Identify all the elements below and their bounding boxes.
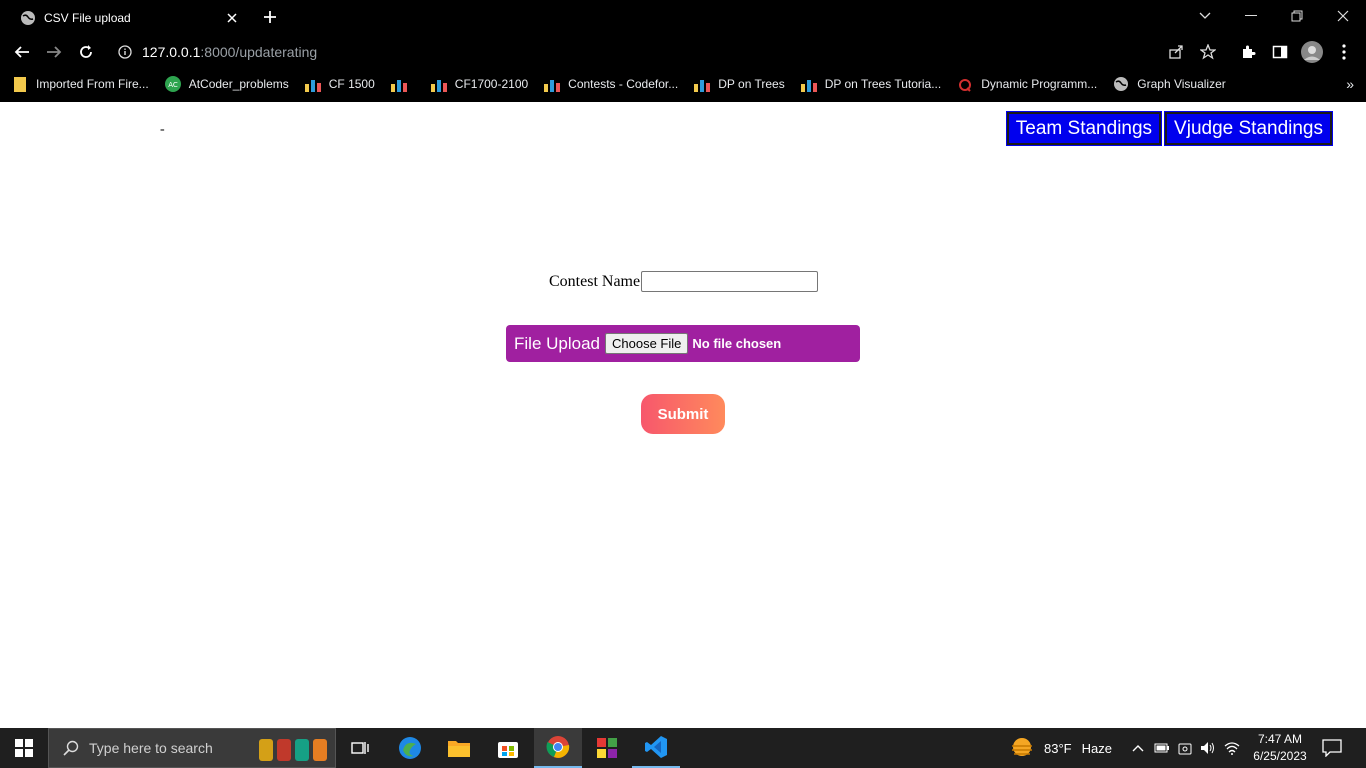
- globe-icon: [1113, 76, 1129, 92]
- codeforces-icon: [800, 76, 817, 92]
- haze-weather-icon: [1010, 737, 1034, 759]
- search-highlight-icon: [257, 735, 331, 763]
- page-content: - Team Standings Vjudge Standings Contes…: [0, 102, 1366, 728]
- edge-icon[interactable]: [386, 728, 434, 768]
- file-upload-box: File Upload Choose File No file chosen: [506, 325, 860, 362]
- tab-strip: CSV File upload: [0, 0, 1366, 34]
- svg-text:AC: AC: [168, 81, 178, 89]
- bookmark-item[interactable]: Contests - Codefor...: [544, 70, 678, 98]
- app-colorful-icon[interactable]: [583, 728, 631, 768]
- bookmark-item[interactable]: [390, 70, 415, 98]
- bookmark-item[interactable]: CF1700-2100: [430, 70, 529, 98]
- extensions-icon[interactable]: [1236, 40, 1260, 64]
- address-bar[interactable]: 127.0.0.1:8000/updaterating: [108, 37, 1228, 67]
- search-icon: [63, 740, 79, 756]
- share-icon[interactable]: [1164, 40, 1188, 64]
- tab-csv-upload[interactable]: CSV File upload: [8, 1, 248, 34]
- bookmark-label: DP on Trees Tutoria...: [824, 77, 942, 91]
- notifications-icon[interactable]: [1322, 728, 1342, 768]
- url-path: :8000/updaterating: [200, 44, 318, 60]
- tab-title: CSV File upload: [44, 10, 131, 25]
- forward-arrow-icon[interactable]: [40, 38, 68, 66]
- weather-widget[interactable]: 83°F Haze: [1010, 728, 1112, 768]
- system-clock[interactable]: 7:47 AM 6/25/2023: [1250, 731, 1310, 765]
- bookmark-label: CF1700-2100: [454, 77, 529, 91]
- volume-icon[interactable]: [1200, 741, 1216, 755]
- bookmark-item[interactable]: Imported From Fire...: [12, 70, 149, 98]
- bookmarks-overflow-icon[interactable]: »: [1346, 76, 1354, 92]
- folder-icon: [12, 76, 28, 92]
- new-tab-button[interactable]: [258, 6, 282, 28]
- window-close-icon[interactable]: [1320, 0, 1366, 32]
- codeforces-icon: [430, 76, 447, 92]
- bookmark-item[interactable]: AC AtCoder_problems: [164, 70, 289, 98]
- team-standings-button[interactable]: Team Standings: [1005, 111, 1163, 146]
- reload-icon[interactable]: [72, 38, 100, 66]
- atcoder-icon: AC: [164, 76, 181, 92]
- quora-icon: [957, 76, 973, 92]
- site-info-icon[interactable]: [118, 45, 132, 59]
- codeforces-icon: [390, 76, 407, 92]
- weather-temp: 83°F: [1044, 740, 1072, 756]
- bookmark-item[interactable]: DP on Trees: [694, 70, 785, 98]
- choose-file-button[interactable]: Choose File: [605, 333, 689, 354]
- wifi-icon[interactable]: [1224, 741, 1240, 755]
- minimize-icon[interactable]: [1228, 0, 1274, 32]
- top-navigation: Team Standings Vjudge Standings: [1005, 111, 1333, 146]
- chevron-up-icon[interactable]: [1132, 744, 1144, 752]
- vjudge-standings-button[interactable]: Vjudge Standings: [1164, 111, 1333, 146]
- globe-icon: [20, 10, 36, 26]
- contest-name-row: Contest Name: [549, 271, 819, 292]
- bookmark-label: CF 1500: [328, 77, 375, 91]
- codeforces-icon: [694, 76, 711, 92]
- contest-name-label: Contest Name: [549, 272, 641, 290]
- close-icon[interactable]: [222, 8, 242, 28]
- battery-icon[interactable]: [1154, 742, 1170, 754]
- bookmark-star-icon[interactable]: [1196, 40, 1220, 64]
- file-upload-label: File Upload: [514, 333, 600, 353]
- bookmark-label: Graph Visualizer: [1137, 77, 1226, 91]
- header-dash: -: [160, 122, 165, 137]
- bookmark-label: Contests - Codefor...: [568, 77, 679, 91]
- browser-toolbar: 127.0.0.1:8000/updaterating: [0, 34, 1366, 70]
- bookmark-label: DP on Trees: [718, 77, 785, 91]
- bookmark-item[interactable]: DP on Trees Tutoria...: [800, 70, 942, 98]
- codeforces-icon: [544, 76, 561, 92]
- windows-start-icon[interactable]: [0, 728, 48, 768]
- bookmarks-bar: Imported From Fire... AC AtCoder_problem…: [0, 70, 1366, 98]
- contest-name-input[interactable]: [641, 271, 819, 292]
- vscode-icon[interactable]: [632, 728, 680, 768]
- submit-button[interactable]: Submit: [641, 394, 725, 434]
- meet-now-icon[interactable]: [1178, 741, 1192, 755]
- avatar[interactable]: [1300, 40, 1324, 64]
- bookmark-item[interactable]: Graph Visualizer: [1113, 70, 1226, 98]
- microsoft-store-icon[interactable]: [484, 728, 532, 768]
- no-file-chosen-text: No file chosen: [692, 336, 782, 351]
- back-arrow-icon[interactable]: [8, 38, 36, 66]
- codeforces-icon: [304, 76, 321, 92]
- taskbar-search-box[interactable]: Type here to search: [48, 728, 336, 768]
- restore-icon[interactable]: [1274, 0, 1320, 32]
- bookmark-label: Dynamic Programm...: [981, 77, 1098, 91]
- browser-chrome: CSV File upload 127.0.0.1:8000/updatera…: [0, 0, 1366, 102]
- menu-kebab-icon[interactable]: [1332, 40, 1356, 64]
- url-host: 127.0.0.1: [142, 44, 201, 60]
- chrome-icon[interactable]: [534, 728, 582, 768]
- file-explorer-icon[interactable]: [435, 728, 483, 768]
- tab-search-icon[interactable]: [1182, 0, 1228, 32]
- weather-desc: Haze: [1081, 740, 1112, 756]
- task-view-icon[interactable]: [336, 728, 384, 768]
- side-panel-icon[interactable]: [1268, 40, 1292, 64]
- search-placeholder: Type here to search: [89, 740, 213, 756]
- bookmark-item[interactable]: CF 1500: [304, 70, 375, 98]
- bookmark-item[interactable]: Dynamic Programm...: [957, 70, 1097, 98]
- bookmark-label: Imported From Fire...: [36, 77, 149, 91]
- clock-date: 6/25/2023: [1253, 749, 1307, 763]
- bookmark-label: AtCoder_problems: [188, 77, 289, 91]
- clock-time: 7:47 AM: [1257, 732, 1303, 746]
- system-tray: [1132, 728, 1240, 768]
- windows-taskbar: Type here to search 83°F Haze 7:47 AM 6/…: [0, 728, 1366, 768]
